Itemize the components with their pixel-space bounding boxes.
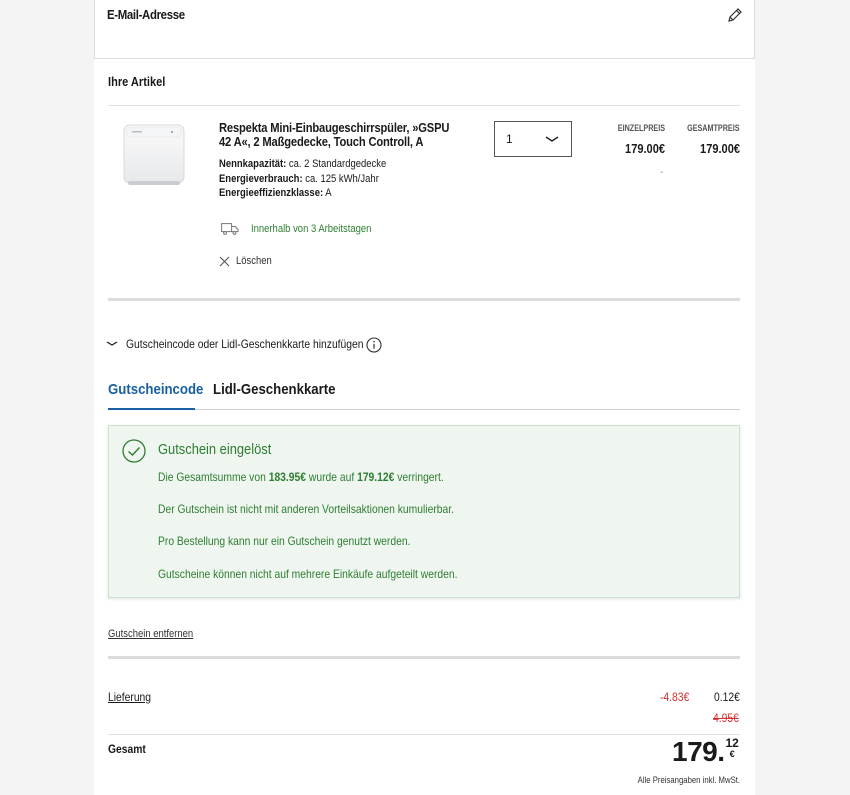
cart-title: Ihre Artikel — [108, 74, 166, 89]
close-icon — [219, 256, 230, 266]
total-cents: 12 — [725, 736, 739, 750]
quantity-value: 1 — [506, 132, 513, 146]
coupon-toggle[interactable]: Gutscheincode oder Lidl-Geschenkkarte hi… — [106, 337, 402, 351]
product-specs: Nennkapazität: ca. 2 Standardgedecke Ene… — [219, 157, 443, 201]
coupon-toggle-label: Gutscheincode oder Lidl-Geschenkkarte hi… — [126, 337, 364, 351]
total-label: Gesamt — [108, 742, 146, 756]
coupon-success-message: Gutschein eingelöst Die Gesamtsumme von … — [108, 425, 740, 598]
total-superscript: 12 € — [726, 737, 739, 759]
check-circle-icon — [122, 439, 146, 463]
total-price: 179.00€ — [700, 141, 740, 156]
total-currency: € — [729, 749, 735, 759]
delivery-info: Innerhalb von 3 Arbeitstagen — [221, 223, 391, 235]
spec-row: Nennkapazität: ca. 2 Standardgedecke — [219, 158, 387, 170]
info-icon[interactable] — [366, 337, 382, 353]
tab-gutscheincode[interactable]: Gutscheincode — [108, 381, 203, 404]
active-tab-indicator — [108, 408, 195, 410]
delivery-discount: -4.83€ — [660, 690, 690, 704]
pencil-icon[interactable] — [726, 6, 744, 24]
delivery-label[interactable]: Lieferung — [108, 690, 151, 704]
product-name[interactable]: Respekta Mini-Einbaugeschirrspüler, »GSP… — [219, 121, 451, 149]
coupon-tabs: Gutscheincode Lidl-Geschenkkarte — [108, 381, 740, 410]
unit-price-sub: - — [660, 167, 664, 178]
success-title: Gutschein eingelöst — [158, 441, 272, 458]
delivery-price: 0.12€ — [714, 690, 740, 704]
unit-price: 179.00€ — [625, 141, 665, 156]
delete-label: Löschen — [236, 255, 272, 267]
spec-row: Energieverbrauch: ca. 125 kWh/Jahr — [219, 172, 379, 185]
tab-geschenkkarte[interactable]: Lidl-Geschenkkarte — [213, 381, 336, 404]
success-line: Gutscheine können nicht auf mehrere Eink… — [158, 567, 458, 581]
divider — [108, 734, 740, 735]
product-image[interactable] — [122, 121, 186, 189]
delivery-text: Innerhalb von 3 Arbeitstagen — [251, 223, 372, 235]
divider — [108, 298, 740, 301]
total-price-label: GESAMTPREIS — [687, 123, 740, 133]
email-title: E-Mail-Adresse — [107, 7, 185, 22]
success-line: Pro Bestellung kann nur ein Gutschein ge… — [158, 534, 411, 548]
chevron-down-icon — [106, 341, 118, 346]
spec-row: Energieeffizienzklasse: A — [219, 187, 332, 199]
remove-coupon-link[interactable]: Gutschein entfernen — [108, 628, 193, 640]
email-section: E-Mail-Adresse — [94, 0, 755, 59]
success-line: Der Gutschein ist nicht mit anderen Vort… — [158, 502, 454, 516]
delete-button[interactable]: Löschen — [219, 255, 278, 267]
quantity-select[interactable]: 1 — [494, 121, 572, 157]
divider — [108, 656, 740, 659]
grand-total: 179. 12 € — [672, 737, 739, 767]
success-line-total: Die Gesamtsumme von 183.95€ wurde auf 17… — [158, 470, 444, 484]
vat-note: Alle Preisangaben inkl. MwSt. — [637, 775, 740, 785]
divider — [108, 105, 740, 106]
unit-price-label: EINZELPREIS — [617, 123, 665, 133]
delivery-original-price: 4.95€ — [713, 711, 739, 725]
truck-icon — [221, 223, 239, 235]
cart-section: Ihre Artikel Respekta Mini-Einbaugeschir… — [94, 59, 755, 795]
chevron-down-icon — [545, 136, 559, 142]
total-main: 179. — [672, 736, 725, 767]
